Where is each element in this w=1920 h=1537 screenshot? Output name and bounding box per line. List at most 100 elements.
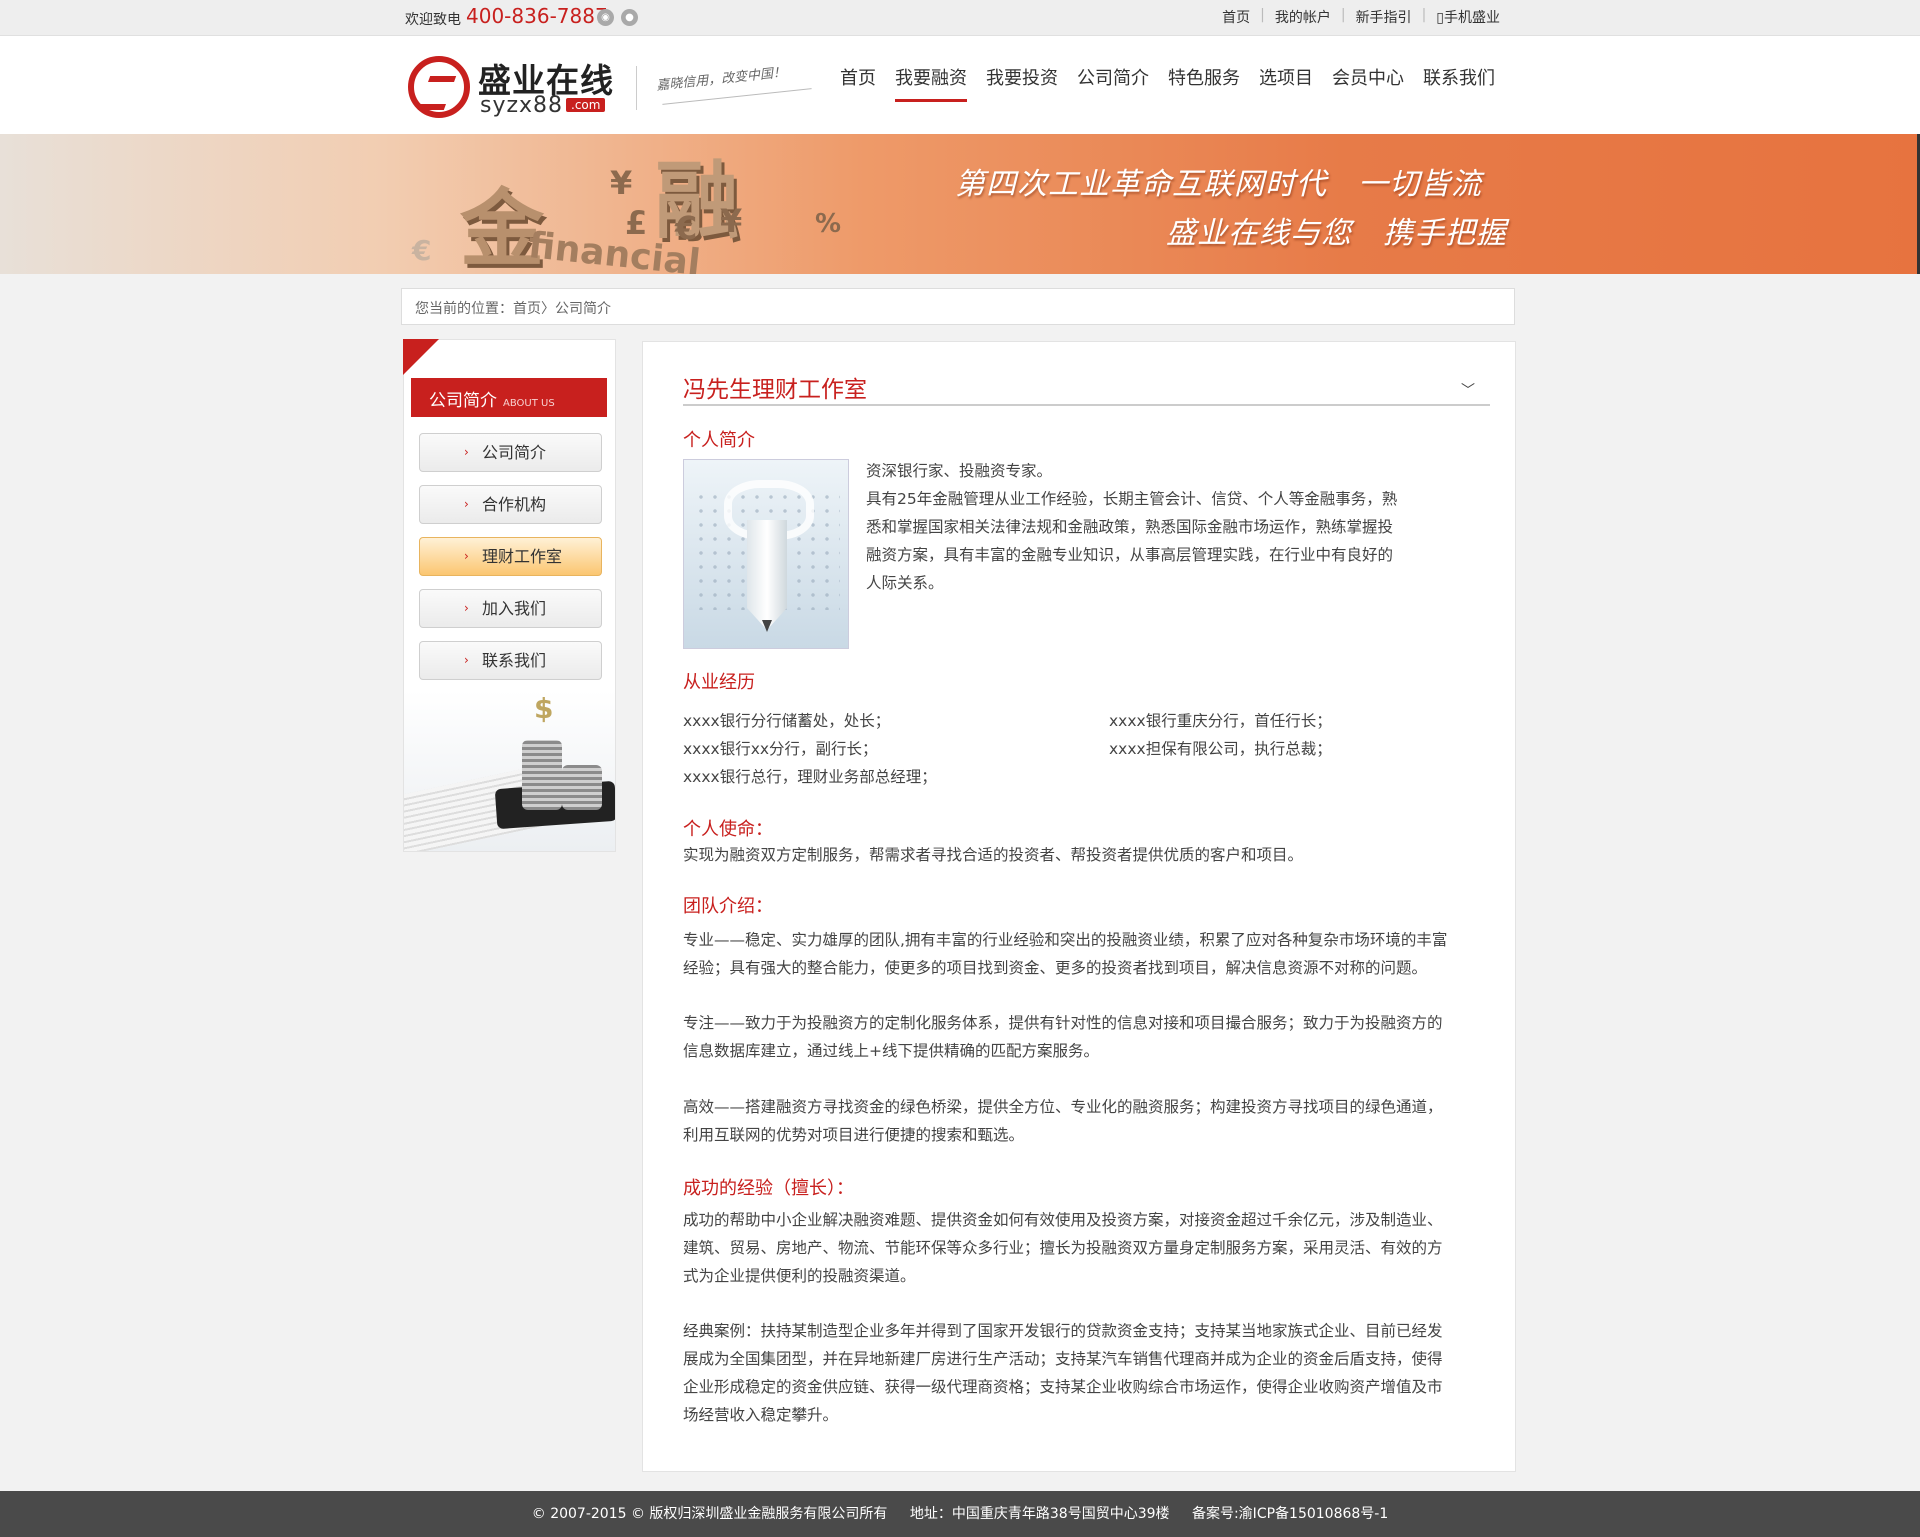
- list-item: xxxx银行重庆分行，首任行长；: [1109, 712, 1332, 730]
- top-link-mobile[interactable]: ▯手机盛业: [1426, 7, 1510, 27]
- page-title: 冯先生理财工作室: [683, 377, 867, 403]
- nav-investing[interactable]: 我要投资: [986, 64, 1058, 96]
- text-line: 经验；具有强大的整合能力，使更多的项目找到资金、更多的投资者找到项目，解决信息资…: [683, 959, 1428, 977]
- banner-headline-1: 第四次工业革命互联网时代 一切皆流: [955, 167, 1482, 202]
- sidebar-item-studio[interactable]: › 理财工作室: [419, 537, 602, 576]
- sidebar-item-contact[interactable]: › 联系我们: [419, 641, 602, 680]
- section-heading-experience: 从业经历: [683, 672, 755, 693]
- chevron-right-icon: ›: [464, 601, 469, 615]
- sidebar: 公司简介 ABOUT US › 公司简介 › 合作机构 › 理财工作室 › 加入我们 › 联…: [403, 339, 616, 852]
- footer-icp[interactable]: 备案号:渝ICP备15010868号-1: [1192, 1506, 1388, 1522]
- list-item: xxxx担保有限公司，执行总裁；: [1109, 740, 1332, 758]
- text-line: 建筑、贸易、房地产、物流、节能环保等众多行业；擅长为投融资双方量身定制服务方案，…: [683, 1239, 1443, 1257]
- euro-symbol-icon: €: [412, 234, 432, 267]
- text-line: 利用互联网的优势对项目进行便捷的搜索和甄选。: [683, 1126, 1025, 1144]
- section-heading-success: 成功的经验（擅长）：: [683, 1178, 854, 1199]
- hero-banner: 金 融 ¥ £ € ¥ % € financial 第四次工业革命互联网时代 一…: [0, 134, 1920, 274]
- text-line: 经典案例：扶持某制造型企业多年并得到了国家开发银行的贷款资金支持；支持某当地家族…: [683, 1322, 1443, 1340]
- wechat-icon[interactable]: ◉: [597, 9, 614, 26]
- welcome-text: 欢迎致电: [405, 12, 461, 28]
- logo-divider: [636, 66, 637, 110]
- success-paragraph: 经典案例：扶持某制造型企业多年并得到了国家开发银行的贷款资金支持；支持某当地家族…: [683, 1317, 1443, 1429]
- qq-icon[interactable]: ●: [621, 9, 638, 26]
- footer-copyright: © 2007-2015 © 版权归深圳盛业金融服务有限公司所有: [531, 1506, 888, 1522]
- nav-projects[interactable]: 选项目: [1259, 64, 1313, 96]
- sidebar-item-label: 理财工作室: [482, 547, 563, 566]
- section-heading-team: 团队介绍：: [683, 896, 773, 917]
- banner-headline-2: 盛业在线与您 携手把握: [1166, 216, 1507, 251]
- experience-list-right: xxxx银行重庆分行，首任行长； xxxx担保有限公司，执行总裁；: [1109, 707, 1332, 763]
- yen-symbol-icon: ¥: [720, 202, 743, 240]
- sidebar-item-partners[interactable]: › 合作机构: [419, 485, 602, 524]
- intro-line: 人际关系。: [866, 574, 944, 592]
- pencil-graphic: [747, 520, 787, 630]
- mobile-phone-icon: ▯: [1436, 10, 1444, 26]
- logo-domain: syzx88: [480, 93, 564, 118]
- chevron-right-icon: ›: [464, 549, 469, 563]
- sidebar-title: 公司简介: [429, 391, 497, 411]
- title-divider: [683, 404, 1490, 406]
- main-content: 冯先生理财工作室 ﹀ 个人简介 资深银行家、投融资专家。 具有25年金融管理从业…: [642, 341, 1516, 1472]
- main-nav: 首页 我要融资 我要投资 公司简介 特色服务 选项目 会员中心 联系我们: [840, 64, 1495, 102]
- text-line: 场经营收入稳定攀升。: [683, 1406, 839, 1424]
- text-line: 专注——致力于为投融资方的定制化服务体系，提供有针对性的信息对接和项目撮合服务；…: [683, 1014, 1443, 1032]
- nav-about[interactable]: 公司简介: [1077, 64, 1149, 96]
- coins-illustration: $: [404, 690, 615, 851]
- text-line: 专业——稳定、实力雄厚的团队,拥有丰富的行业经验和突出的投融资业绩，积累了应对各…: [683, 931, 1448, 949]
- corner-ribbon: [403, 339, 439, 375]
- text-line: 企业形成稳定的资金供应链、获得一级代理商资格；支持某企业收购综合市场运作，使得企…: [683, 1378, 1443, 1396]
- sidebar-item-label: 公司简介: [482, 443, 547, 462]
- slogan: 嘉晓信用，改变中国！: [655, 65, 787, 94]
- sidebar-item-label: 合作机构: [482, 495, 547, 514]
- nav-contact[interactable]: 联系我们: [1423, 64, 1495, 96]
- top-link-mobile-label: 手机盛业: [1444, 10, 1500, 26]
- top-link-home[interactable]: 首页: [1212, 7, 1260, 27]
- chevron-right-icon: ›: [464, 653, 469, 667]
- nav-member[interactable]: 会员中心: [1332, 64, 1404, 96]
- dollar-sign-icon: $: [534, 692, 554, 725]
- experience-list-left: xxxx银行分行储蓄处，处长； xxxx银行xx分行，副行长； xxxx银行总行…: [683, 707, 937, 791]
- sidebar-item-label: 加入我们: [482, 599, 547, 618]
- team-paragraph: 高效——搭建融资方寻找资金的绿色桥梁，提供全方位、专业化的融资服务；构建投资方寻…: [683, 1093, 1443, 1149]
- intro-line: 融资方案，具有丰富的金融专业知识，从事高层管理实践，在行业中有良好的: [866, 546, 1394, 564]
- hotline-number: 400-836-7887: [466, 4, 608, 28]
- text-line: 展成为全国集团型，并在异地新建厂房进行生产活动；支持某汽车销售代理商并成为企业的…: [683, 1350, 1443, 1368]
- chevron-down-icon[interactable]: ﹀: [1461, 380, 1475, 400]
- nav-financing[interactable]: 我要融资: [895, 64, 967, 102]
- nav-home[interactable]: 首页: [840, 64, 876, 96]
- profile-image: [683, 459, 849, 649]
- chevron-right-icon: ›: [464, 445, 469, 459]
- success-paragraph: 成功的帮助中小企业解决融资难题、提供资金如何有效使用及投资方案，对接资金超过千余…: [683, 1206, 1443, 1290]
- sidebar-subtitle: ABOUT US: [503, 398, 555, 409]
- sidebar-item-join[interactable]: › 加入我们: [419, 589, 602, 628]
- logo-com-badge: .com: [566, 98, 606, 112]
- finance-artwork: 金 融 ¥ £ € ¥ % € financial: [400, 134, 890, 274]
- sidebar-item-label: 联系我们: [482, 651, 547, 670]
- intro-line: 悉和掌握国家相关法律法规和金融政策，熟悉国际金融市场运作，熟练掌握投: [866, 518, 1394, 536]
- breadcrumb: 您当前的位置：首页〉公司简介: [401, 288, 1515, 325]
- text-line: 成功的帮助中小企业解决融资难题、提供资金如何有效使用及投资方案，对接资金超过千余…: [683, 1211, 1443, 1229]
- coin-stack-icon: [522, 740, 562, 810]
- section-heading-intro: 个人简介: [683, 430, 755, 451]
- list-item: xxxx银行总行，理财业务部总经理；: [683, 768, 937, 786]
- logo-mark-icon[interactable]: [408, 56, 470, 118]
- sidebar-header: 公司简介 ABOUT US: [411, 378, 607, 417]
- text-line: 信息数据库建立，通过线上+线下提供精确的匹配方案服务。: [683, 1042, 1099, 1060]
- yen-symbol-icon: ¥: [610, 164, 633, 202]
- percent-symbol-icon: %: [815, 209, 842, 239]
- coin-stack-icon: [562, 765, 602, 810]
- sidebar-item-about[interactable]: › 公司简介: [419, 433, 602, 472]
- list-item: xxxx银行分行储蓄处，处长；: [683, 712, 891, 730]
- section-heading-mission: 个人使命：: [683, 819, 773, 840]
- text-line: 式为企业提供便利的投融资渠道。: [683, 1267, 916, 1285]
- top-link-account[interactable]: 我的帐户: [1265, 7, 1341, 27]
- footer-address: 地址：中国重庆青年路38号国贸中心39楼: [909, 1506, 1170, 1522]
- top-links: 首页 | 我的帐户 | 新手指引 | ▯手机盛业: [1212, 7, 1510, 27]
- list-item: xxxx银行xx分行，副行长；: [683, 740, 878, 758]
- top-link-guide[interactable]: 新手指引: [1346, 7, 1422, 27]
- site-footer: © 2007-2015 © 版权归深圳盛业金融服务有限公司所有 地址：中国重庆青…: [0, 1491, 1920, 1537]
- top-bar: 欢迎致电 400-836-7887 ◉ ● 首页 | 我的帐户 | 新手指引 | ▯手…: [0, 0, 1920, 36]
- intro-text: 资深银行家、投融资专家。 具有25年金融管理从业工作经验，长期主管会计、信贷、个…: [866, 457, 1397, 597]
- text-line: 高效——搭建融资方寻找资金的绿色桥梁，提供全方位、专业化的融资服务；构建投资方寻…: [683, 1098, 1443, 1116]
- nav-services[interactable]: 特色服务: [1168, 64, 1240, 96]
